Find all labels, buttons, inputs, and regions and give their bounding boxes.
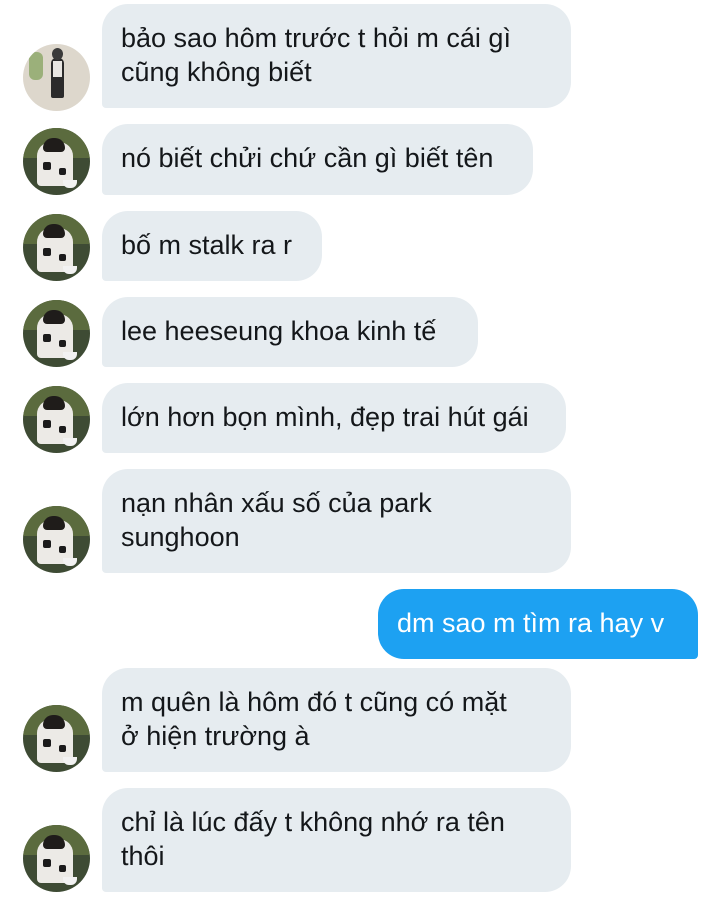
message-text-line: sunghoon [121, 522, 240, 552]
avatar[interactable] [23, 44, 90, 111]
incoming-message-bubble[interactable]: lee heeseung khoa kinh tế [102, 297, 478, 367]
outgoing-message-bubble[interactable]: dm sao m tìm ra hay v [378, 589, 698, 659]
avatar[interactable] [23, 386, 90, 453]
message-text-line: bố m stalk ra r [121, 230, 293, 260]
incoming-message-bubble[interactable]: chỉ là lúc đấy t không nhớ ra tên thôi [102, 788, 571, 892]
message-text-line: cũng không biết [121, 57, 312, 87]
incoming-message-bubble[interactable]: m quên là hôm đó t cũng có mặt ở hiện tr… [102, 668, 571, 772]
avatar[interactable] [23, 705, 90, 772]
incoming-message-bubble[interactable]: bảo sao hôm trước t hỏi m cái gì cũng kh… [102, 4, 571, 108]
avatar[interactable] [23, 506, 90, 573]
message-text-line: chỉ là lúc đấy t không nhớ ra tên [121, 807, 505, 837]
incoming-message-bubble[interactable]: lớn hơn bọn mình, đẹp trai hút gái [102, 383, 566, 453]
incoming-message-bubble[interactable]: nạn nhân xấu số của park sunghoon [102, 469, 571, 573]
message-text-line: lớn hơn bọn mình, đẹp trai hút gái [121, 402, 529, 432]
message-text-line: lee heeseung khoa kinh tế [121, 316, 437, 346]
incoming-message-bubble[interactable]: nó biết chửi chứ cần gì biết tên [102, 124, 533, 195]
chat-thread: bảo sao hôm trước t hỏi m cái gì cũng kh… [0, 0, 719, 898]
avatar[interactable] [23, 300, 90, 367]
message-text-line: dm sao m tìm ra hay v [397, 608, 665, 638]
message-text-line: nạn nhân xấu số của park [121, 488, 432, 518]
avatar[interactable] [23, 825, 90, 892]
message-text-line: thôi [121, 841, 165, 871]
message-text-line: nó biết chửi chứ cần gì biết tên [121, 143, 494, 173]
message-text-line: bảo sao hôm trước t hỏi m cái gì [121, 23, 511, 53]
avatar[interactable] [23, 214, 90, 281]
message-text-line: m quên là hôm đó t cũng có mặt [121, 687, 507, 717]
avatar[interactable] [23, 128, 90, 195]
message-text-line: ở hiện trường à [121, 721, 310, 751]
incoming-message-bubble[interactable]: bố m stalk ra r [102, 211, 322, 281]
